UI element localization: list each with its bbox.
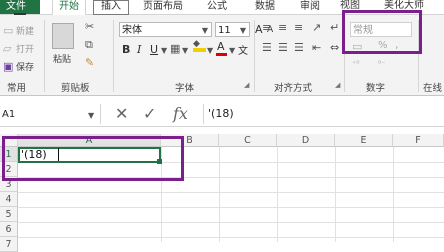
new-button[interactable]: 新建 [16,24,34,37]
row-header[interactable]: 4 [0,192,18,207]
tab-insert[interactable]: 插入 [101,0,121,14]
dialog-launcher-icon[interactable]: ◢ [244,81,249,89]
group-separator [113,20,114,92]
align-left-icon[interactable]: ☰ [262,42,272,54]
phonetic-button[interactable]: 文 [238,42,248,57]
paste-button[interactable]: 粘贴 [53,52,71,65]
divider [100,104,101,124]
chevron-down-icon[interactable]: ▼ [240,23,246,38]
confirm-entry-button[interactable]: ✓ [143,104,156,123]
font-color-button[interactable]: A [217,40,225,53]
align-top-icon[interactable]: ≡ [262,22,271,34]
font-size-combo[interactable]: 11 ▼ [215,22,250,37]
grid-line [18,237,444,238]
italic-button[interactable]: I [137,43,141,56]
group-label-clipboard: 剪贴板 [61,83,90,94]
row-header[interactable]: 7 [0,237,18,252]
open-folder-icon: ▱ [3,42,12,55]
indent-icon[interactable]: ⇤ [312,42,321,54]
decrease-decimal-icon[interactable]: ⁰⁻ [378,58,385,70]
underline-button[interactable]: U [150,43,158,56]
group-separator [254,20,255,92]
insert-function-button[interactable]: fx [173,104,188,123]
font-size-value: 11 [218,25,231,36]
row-header[interactable]: 5 [0,207,18,222]
format-painter-icon[interactable]: ✎ [85,57,94,69]
chevron-down-icon[interactable]: ▼ [207,46,213,55]
fill-color-icon[interactable]: ◆ [193,38,200,50]
font-color-bar [216,53,227,56]
group-label-number: 数字 [366,83,386,94]
bold-button[interactable]: B [122,43,130,56]
paste-icon[interactable] [52,23,74,49]
column-header[interactable]: F [393,134,444,147]
formula-input[interactable]: '(18) [203,104,444,124]
group-label-common: 常用 [7,83,27,94]
merge-cells-icon[interactable]: ⇔ [330,42,339,54]
open-button[interactable]: 打开 [16,42,34,55]
grid-line [18,192,444,193]
annotation-box-cell [2,136,184,181]
row-header[interactable]: 6 [0,222,18,237]
group-label-online: 在线 [423,83,443,94]
tab-file[interactable]: 文件 [0,0,40,14]
font-name-value: 宋体 [122,25,142,36]
name-box[interactable]: A1 [2,107,94,123]
column-header[interactable]: D [277,134,335,147]
cut-icon[interactable]: ✂ [85,21,94,33]
column-header[interactable]: E [335,134,393,147]
tab-home[interactable]: 开始 [52,0,86,15]
orientation-icon[interactable]: ↗ [312,22,321,34]
group-label-font: 字体 [175,83,195,94]
tab-review[interactable]: 审阅 [300,0,320,14]
wrap-text-icon[interactable]: ↵ [330,22,339,34]
chevron-down-icon[interactable]: ▼ [202,23,208,38]
align-right-icon[interactable]: ☰ [294,42,304,54]
new-file-icon: ▭ [3,24,14,37]
align-bottom-icon[interactable]: ≡ [294,22,303,34]
align-middle-icon[interactable]: ≡ [278,22,287,34]
annotation-box-number-format [342,10,422,54]
column-header[interactable]: C [219,134,277,147]
grid-line [18,207,444,208]
group-label-alignment: 对齐方式 [274,83,313,94]
chevron-down-icon[interactable]: ▼ [88,111,94,120]
copy-icon[interactable]: ⧉ [85,39,93,51]
align-center-icon[interactable]: ☰ [278,42,288,54]
tab-data[interactable]: 数据 [255,0,275,14]
save-icon: ▣ [3,60,14,73]
save-button[interactable]: 保存 [16,60,34,73]
grid-line [18,222,444,223]
cancel-entry-button[interactable]: ✕ [115,104,128,123]
chevron-down-icon[interactable]: ▼ [182,46,188,55]
dialog-launcher-icon[interactable]: ◢ [335,81,340,89]
chevron-down-icon[interactable]: ▼ [161,46,167,55]
chevron-down-icon[interactable]: ▼ [229,46,235,55]
tab-page-layout[interactable]: 页面布局 [143,0,183,14]
borders-icon[interactable]: ▦ [170,43,180,55]
group-separator [44,20,45,92]
increase-decimal-icon[interactable]: ⁺⁰ [352,58,359,70]
font-name-combo[interactable]: 宋体 ▼ [119,22,212,37]
tab-formulas[interactable]: 公式 [207,0,227,14]
